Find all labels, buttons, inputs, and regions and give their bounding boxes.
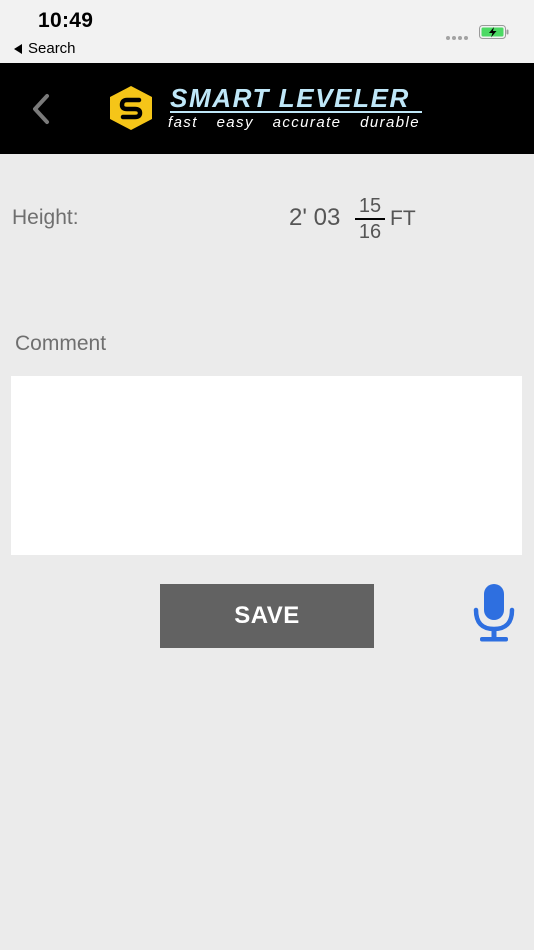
brand-tagline: fast easy accurate durable (168, 114, 420, 131)
tagline-word: accurate (272, 114, 342, 131)
brand-underline (170, 111, 422, 113)
save-button[interactable]: SAVE (160, 584, 374, 648)
height-value: 2' 03 (289, 204, 341, 231)
brand-name: SMART LEVELER (170, 83, 410, 113)
status-time: 10:49 (38, 9, 94, 32)
status-back-label: Search (28, 40, 76, 57)
tagline-word: easy (216, 114, 254, 131)
comment-label: Comment (15, 332, 107, 355)
status-bar: 10:49 Search (0, 0, 534, 63)
height-fraction: 15 16 (355, 196, 385, 242)
app-header: SMART LEVELER fast easy accurate durable (0, 63, 534, 154)
fraction-denominator: 16 (358, 221, 382, 243)
tagline-word: fast (168, 114, 198, 131)
fraction-bar (355, 218, 385, 220)
comment-input[interactable] (11, 376, 522, 555)
height-unit: FT (390, 207, 416, 230)
tagline-word: durable (360, 114, 420, 131)
signal-icon (446, 36, 468, 40)
back-triangle-icon (14, 43, 22, 54)
status-back-to-search[interactable]: Search (14, 40, 76, 57)
fraction-numerator: 15 (358, 195, 382, 217)
battery-charging-icon (479, 25, 509, 39)
height-label: Height: (12, 206, 79, 229)
chevron-left-icon[interactable] (28, 92, 52, 126)
microphone-icon[interactable] (472, 583, 516, 643)
smart-leveler-logo-icon (110, 86, 152, 130)
